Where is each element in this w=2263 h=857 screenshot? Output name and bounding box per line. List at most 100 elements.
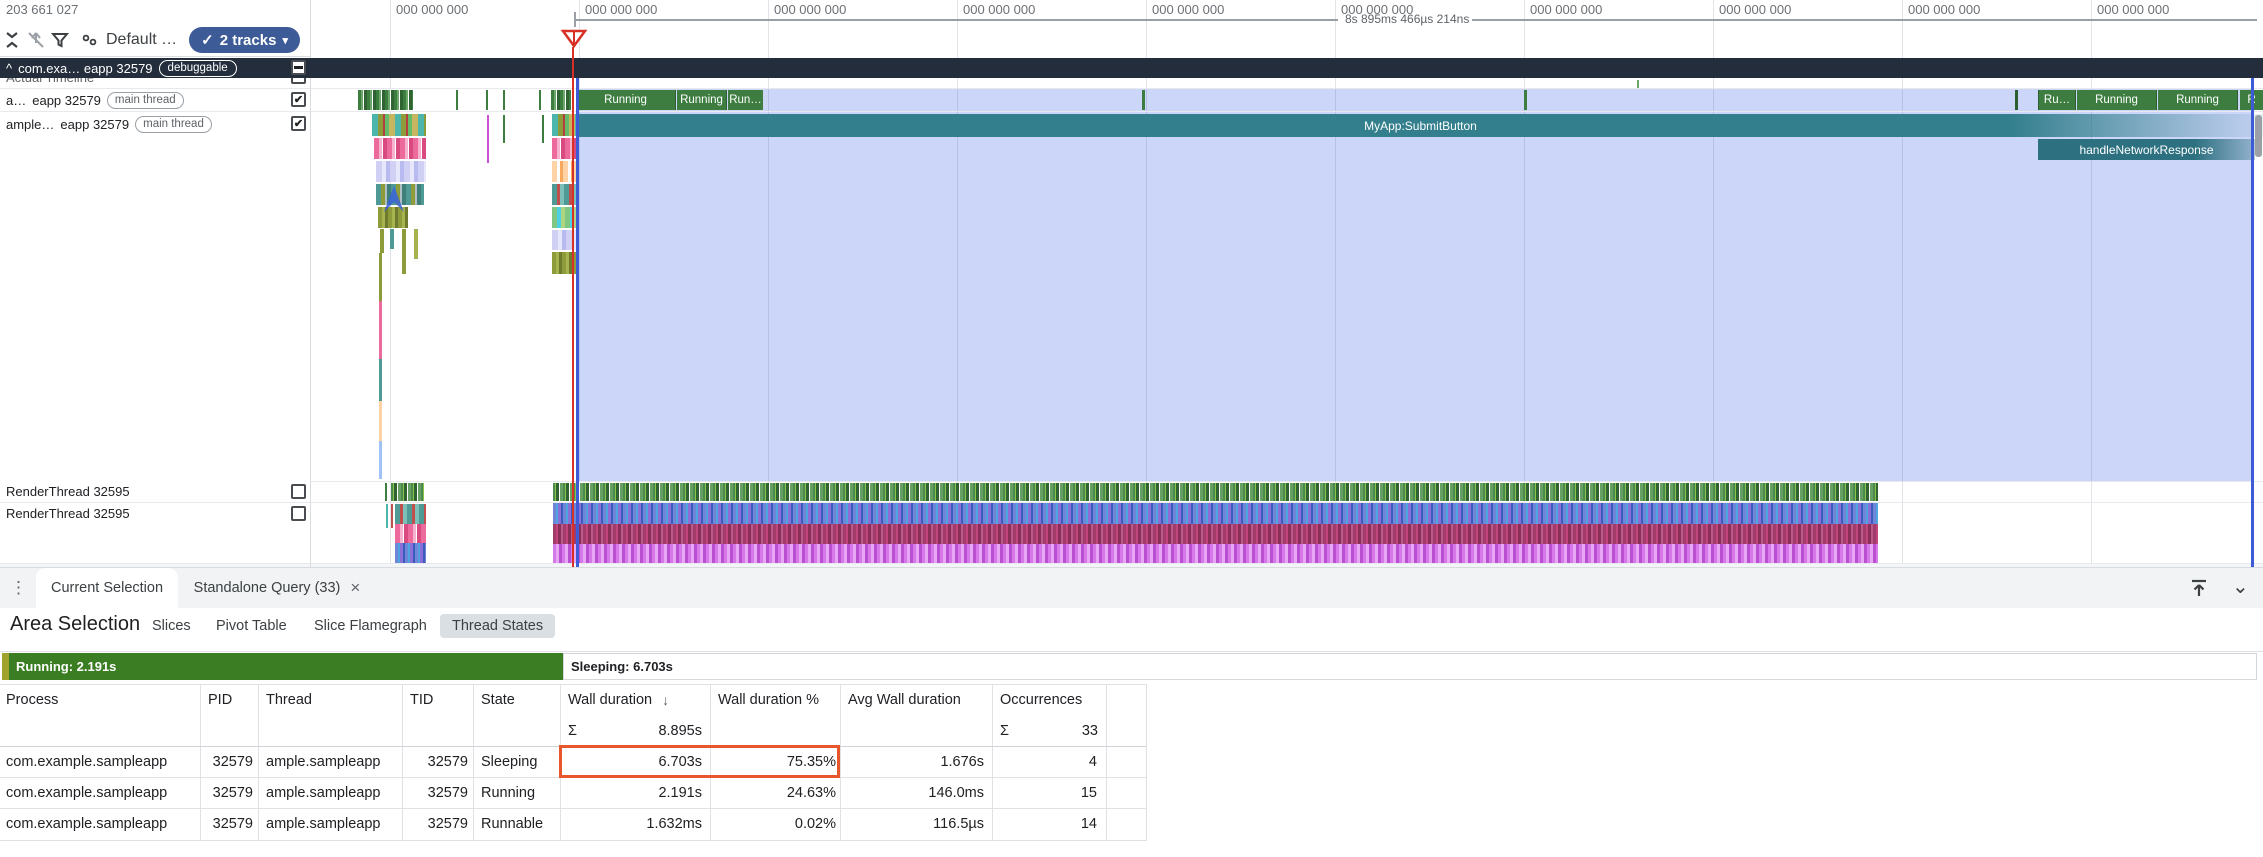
- table-row-cell[interactable]: com.example.sampleapp: [6, 746, 196, 777]
- tab-standalone-query[interactable]: Standalone Query (33) ×: [182, 568, 372, 608]
- flame-slice[interactable]: [542, 115, 544, 143]
- running-slice[interactable]: Running: [677, 90, 727, 110]
- thread-state-slices[interactable]: [551, 90, 571, 110]
- measure-line-right: [1472, 19, 2257, 21]
- render-thread-slices[interactable]: [553, 483, 1878, 501]
- render-thread-slices[interactable]: [395, 504, 426, 524]
- area-selection-overlay[interactable]: [578, 89, 2253, 481]
- subtab-slices[interactable]: Slices: [152, 618, 191, 634]
- collapse-panel-icon[interactable]: [2188, 577, 2210, 604]
- flame-slice[interactable]: [414, 229, 418, 259]
- flame-slices[interactable]: [374, 138, 426, 159]
- caret-down-icon: ▾: [282, 34, 288, 47]
- col-header-state[interactable]: State: [481, 684, 556, 715]
- track-checkbox-main-thread-1[interactable]: [291, 92, 306, 107]
- flow-arrow-icon: [382, 184, 408, 214]
- thread-state-slices[interactable]: [358, 90, 413, 110]
- running-slice[interactable]: Running: [2158, 90, 2238, 110]
- flame-slice[interactable]: [379, 359, 382, 401]
- process-select-checkbox[interactable]: [291, 60, 306, 75]
- tracks-pill-button[interactable]: ✓ 2 tracks ▾: [189, 27, 300, 53]
- col-header-thread[interactable]: Thread: [266, 684, 396, 715]
- panel-menu-icon[interactable]: ⋮: [10, 578, 27, 598]
- col-header-process[interactable]: Process: [6, 684, 196, 715]
- timeline-area: 203 661 027 000 000 000 000 000 000 000 …: [0, 0, 2263, 567]
- flame-slice[interactable]: [503, 115, 505, 143]
- thread-state-tick[interactable]: [503, 90, 505, 110]
- running-slice[interactable]: Running: [2077, 90, 2157, 110]
- track-checkbox[interactable]: [291, 78, 306, 84]
- render-thread-slices[interactable]: [553, 524, 1878, 544]
- track-row-main-thread-1[interactable]: a… eapp 32579 main thread: [0, 89, 310, 111]
- flame-slice[interactable]: [379, 441, 382, 479]
- slice-submit-button[interactable]: MyApp:SubmitButton: [578, 114, 2263, 137]
- flame-slice[interactable]: [402, 229, 406, 274]
- sort-desc-icon[interactable]: ↓: [662, 692, 669, 708]
- table-row-cell: 32579: [200, 777, 253, 808]
- render-thread-tick[interactable]: [391, 504, 393, 528]
- process-group-header[interactable]: ^ com.exa… eapp 32579 debuggable: [0, 58, 2263, 78]
- table-row-cell[interactable]: com.example.sampleapp: [6, 808, 196, 839]
- table-row-cell[interactable]: com.example.sampleapp: [6, 777, 196, 808]
- flame-slice[interactable]: [380, 229, 384, 253]
- flame-slice[interactable]: [390, 229, 394, 249]
- marker-flag-icon[interactable]: [560, 29, 588, 49]
- subtab-pivot-table[interactable]: Pivot Table: [216, 618, 287, 634]
- flame-slice[interactable]: [379, 401, 382, 441]
- render-thread-tick[interactable]: [386, 504, 388, 528]
- running-slice[interactable]: Ru…: [2038, 90, 2076, 110]
- thread-state-tick[interactable]: [539, 90, 541, 110]
- slice-label: handleNetworkResponse: [2079, 143, 2213, 157]
- thread-state-tick[interactable]: [1142, 90, 1145, 110]
- render-thread-slices[interactable]: [395, 524, 426, 543]
- selection-start-handle[interactable]: [576, 78, 579, 567]
- col-header-avg-wall-duration[interactable]: Avg Wall duration: [848, 684, 988, 715]
- thread-state-tick[interactable]: [1637, 80, 1639, 88]
- filter-icon[interactable]: [48, 28, 72, 52]
- track-row-actual-timeline[interactable]: Actual Timeline: [0, 78, 310, 88]
- chevron-down-icon[interactable]: ⌄: [2232, 574, 2249, 599]
- flame-slices[interactable]: [376, 161, 426, 182]
- unfold-less-icon[interactable]: [0, 28, 24, 52]
- subtab-thread-states[interactable]: Thread States: [440, 614, 555, 638]
- track-row-render-thread-1[interactable]: RenderThread 32595: [0, 481, 310, 502]
- track-row-main-thread-2[interactable]: ample… eapp 32579 main thread: [0, 113, 310, 135]
- running-label: Running: [680, 94, 723, 106]
- render-thread-slices[interactable]: [553, 544, 1878, 563]
- col-header-occurrences[interactable]: Occurrences: [1000, 684, 1102, 715]
- close-icon[interactable]: ×: [350, 578, 360, 598]
- subtab-slice-flamegraph[interactable]: Slice Flamegraph: [314, 618, 427, 634]
- cursor-disabled-icon[interactable]: [24, 28, 48, 52]
- flame-slices[interactable]: [372, 114, 426, 136]
- col-header-wall-duration[interactable]: Wall duration ↓: [568, 684, 706, 715]
- selection-end-handle[interactable]: [2251, 78, 2254, 567]
- track-row-render-thread-2[interactable]: RenderThread 32595: [0, 503, 310, 524]
- running-slice[interactable]: Run…: [728, 90, 763, 110]
- running-slice[interactable]: Running: [576, 90, 676, 110]
- flame-slice[interactable]: [379, 253, 382, 301]
- track-checkbox-render-thread-2[interactable]: [291, 506, 306, 521]
- col-header-pid[interactable]: PID: [208, 684, 254, 715]
- workspace-label[interactable]: Default …: [106, 31, 177, 49]
- thread-state-tick[interactable]: [1524, 90, 1527, 110]
- track-label: eapp 32579: [60, 117, 129, 132]
- marker-line[interactable]: [572, 47, 574, 567]
- thread-state-tick[interactable]: [456, 90, 458, 110]
- flame-slice[interactable]: [379, 301, 382, 359]
- render-thread-slices[interactable]: [391, 483, 424, 501]
- render-thread-slices[interactable]: [395, 543, 426, 563]
- workspace-icon[interactable]: [78, 28, 102, 52]
- tab-current-selection[interactable]: Current Selection: [36, 568, 178, 608]
- table-row-cell: ample.sampleapp: [266, 777, 396, 808]
- render-thread-slices[interactable]: [553, 503, 1878, 524]
- col-header-tid[interactable]: TID: [410, 684, 468, 715]
- track-checkbox-render-thread-1[interactable]: [291, 484, 306, 499]
- flame-slice[interactable]: [487, 115, 489, 163]
- track-checkbox-main-thread-2[interactable]: [291, 116, 306, 131]
- col-header-wall-duration-pct[interactable]: Wall duration %: [718, 684, 836, 715]
- scrollbar-thumb[interactable]: [2255, 115, 2262, 157]
- render-thread-tick[interactable]: [385, 483, 387, 501]
- thread-state-tick[interactable]: [486, 90, 488, 110]
- slice-handle-network-response[interactable]: handleNetworkResponse: [2038, 139, 2255, 160]
- thread-state-tick[interactable]: [2015, 90, 2018, 110]
